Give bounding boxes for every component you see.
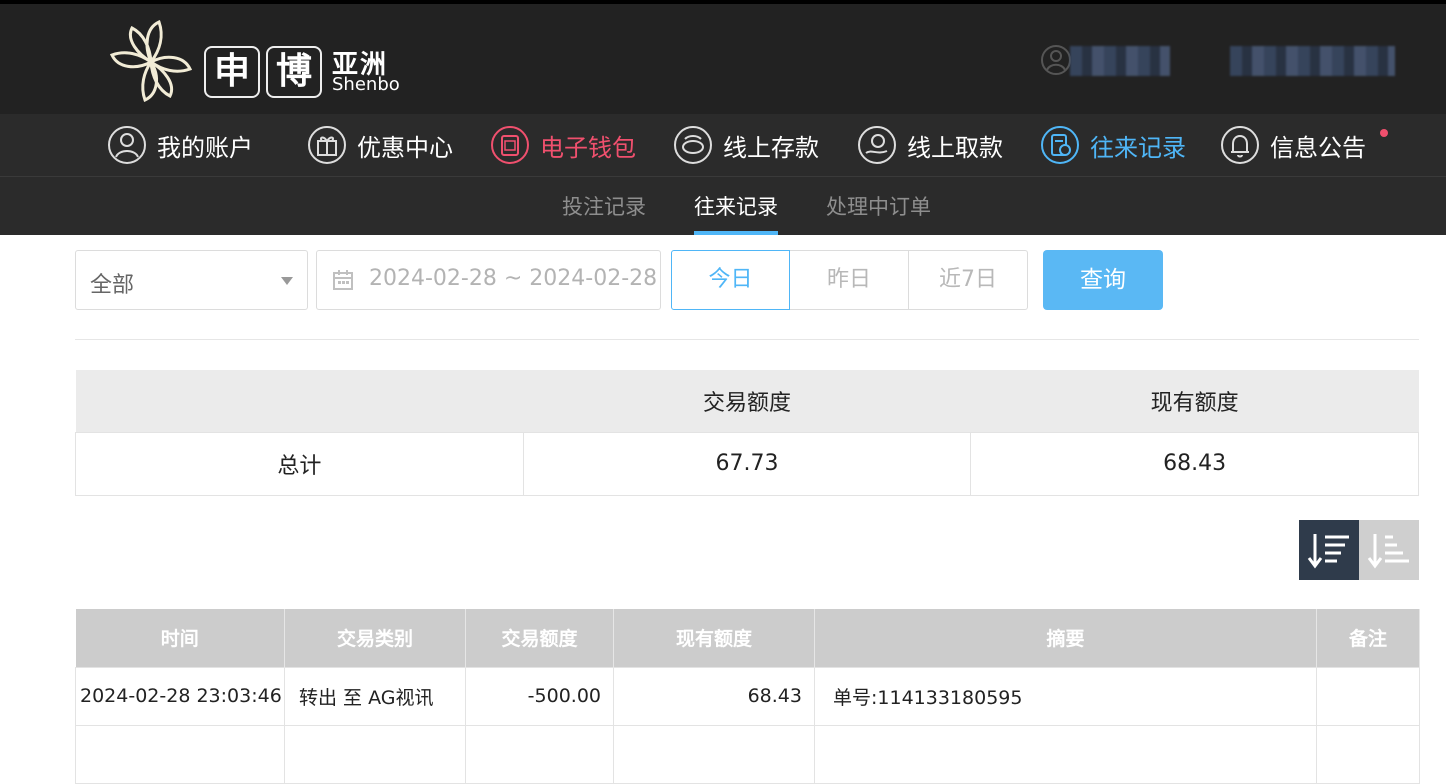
- blurred-username: [1070, 46, 1170, 76]
- tab-transaction-records[interactable]: 往来记录: [694, 191, 778, 221]
- sort-buttons: [1299, 520, 1419, 580]
- user-circle-icon: [108, 126, 146, 164]
- query-button[interactable]: 查询: [1043, 250, 1163, 310]
- gift-icon: [308, 126, 346, 164]
- wallet-icon: [491, 126, 529, 164]
- nav-item-notices[interactable]: 信息公告: [1220, 124, 1366, 166]
- table-header-row: 时间 交易类别 交易额度 现有额度 摘要 备注: [75, 609, 1420, 667]
- tab-pending-orders[interactable]: 处理中订单: [826, 191, 931, 221]
- nav-item-account[interactable]: 我的账户: [107, 124, 253, 166]
- nav-label: 线上取款: [907, 133, 1003, 162]
- nav-label: 我的账户: [157, 133, 253, 162]
- user-area[interactable]: [1040, 44, 1400, 78]
- calendar-icon: [333, 270, 353, 290]
- chevron-down-icon: [281, 277, 293, 285]
- summary-header: 现有额度: [970, 370, 1419, 432]
- main-nav: 我的账户 优惠中心 电子钱包 线上存款 线上取款 往来记录 信息公告: [0, 114, 1446, 176]
- column-header[interactable]: 摘要: [814, 609, 1317, 667]
- deposit-icon: [674, 126, 712, 164]
- header: 申 博 亚洲 Shenbo: [0, 4, 1446, 114]
- type-select-value: 全部: [90, 273, 135, 298]
- sort-asc-button[interactable]: [1359, 520, 1419, 580]
- transactions-table: 时间 交易类别 交易额度 现有额度 摘要 备注 2024-02-28 23:03…: [75, 609, 1420, 784]
- table-row[interactable]: 2024-02-28 23:03:46 转出 至 AG视讯 -500.00 68…: [75, 666, 1420, 726]
- logo-en-text: Shenbo: [332, 74, 400, 95]
- column-header[interactable]: 现有额度: [613, 609, 815, 667]
- nav-item-promotions[interactable]: 优惠中心: [307, 124, 453, 166]
- divider: [75, 339, 1419, 340]
- tab-bet-records[interactable]: 投注记录: [562, 191, 646, 221]
- flower-logo-icon: [109, 19, 193, 103]
- cell-type: 转出 至 AG视讯: [284, 666, 466, 726]
- sort-desc-button[interactable]: [1299, 520, 1359, 580]
- summary-label: 总计: [75, 431, 524, 496]
- nav-label: 电子钱包: [540, 133, 636, 162]
- table-row[interactable]: [75, 724, 1420, 784]
- nav-label: 线上存款: [723, 133, 819, 162]
- summary-transaction-amount: 67.73: [522, 431, 972, 496]
- column-header[interactable]: 时间: [75, 609, 285, 667]
- blurred-balance: [1230, 46, 1395, 76]
- nav-label: 信息公告: [1270, 133, 1366, 162]
- nav-item-deposit[interactable]: 线上存款: [673, 124, 819, 166]
- nav-item-records[interactable]: 往来记录: [1040, 124, 1186, 166]
- summary-header: 交易额度: [523, 370, 971, 432]
- active-tab-underline: [694, 231, 778, 235]
- column-header[interactable]: 交易类别: [284, 609, 466, 667]
- yesterday-button[interactable]: 昨日: [790, 250, 909, 310]
- cell-note: [1316, 666, 1420, 726]
- withdraw-icon: [858, 126, 896, 164]
- date-range-input[interactable]: 2024-02-28 ~ 2024-02-28: [316, 250, 661, 310]
- nav-item-withdraw[interactable]: 线上取款: [857, 124, 1003, 166]
- bell-icon: [1221, 126, 1259, 164]
- column-header[interactable]: 交易额度: [465, 609, 614, 667]
- user-avatar-icon: [1041, 45, 1071, 75]
- nav-label: 优惠中心: [357, 133, 453, 162]
- cell-summary: 单号:114133180595: [814, 666, 1317, 726]
- sort-desc-icon: [1307, 534, 1349, 569]
- type-select[interactable]: 全部: [75, 250, 308, 310]
- sub-nav: 投注记录 往来记录 处理中订单: [0, 176, 1446, 235]
- summary-header: [75, 370, 524, 432]
- column-header[interactable]: 备注: [1316, 609, 1420, 667]
- logo-char-box: 博: [266, 46, 322, 98]
- cell-balance: 68.43: [613, 666, 815, 726]
- nav-label: 往来记录: [1090, 133, 1186, 162]
- nav-item-wallet[interactable]: 电子钱包: [490, 124, 636, 166]
- logo[interactable]: 申 博 亚洲 Shenbo: [104, 16, 404, 108]
- notification-dot: [1380, 129, 1388, 137]
- last-7-days-button[interactable]: 近7日: [908, 250, 1028, 310]
- records-icon: [1041, 126, 1079, 164]
- summary-table: 交易额度 现有额度 总计 67.73 68.43: [75, 370, 1419, 496]
- today-button[interactable]: 今日: [671, 250, 790, 310]
- sort-asc-icon: [1367, 534, 1409, 569]
- summary-current-balance: 68.43: [970, 431, 1419, 496]
- date-range-value: 2024-02-28 ~ 2024-02-28: [369, 266, 658, 291]
- logo-char-box: 申: [204, 46, 260, 98]
- summary-row: 总计 67.73 68.43: [75, 431, 1419, 496]
- cell-time: 2024-02-28 23:03:46: [75, 666, 285, 726]
- cell-amount: -500.00: [465, 666, 614, 726]
